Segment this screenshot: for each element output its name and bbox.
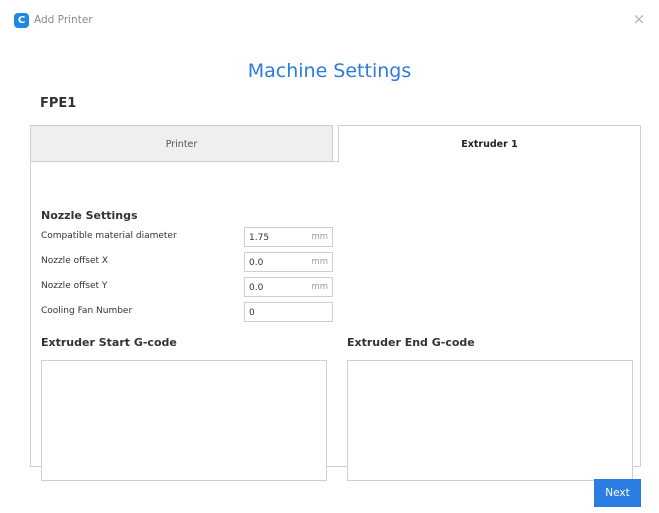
title-bar: C Add Printer ×: [0, 0, 659, 42]
unit-label: mm: [311, 257, 328, 267]
tab-divider: [30, 161, 339, 162]
tab-printer[interactable]: Printer: [30, 125, 333, 162]
nozzle-offset-x-field[interactable]: mm: [244, 252, 333, 272]
material-diameter-input[interactable]: [249, 230, 304, 245]
nozzle-offset-x-label: Nozzle offset X: [41, 256, 109, 266]
cooling-fan-input[interactable]: [249, 305, 304, 320]
nozzle-offset-x-input[interactable]: [249, 255, 304, 270]
extruder-end-gcode-title: Extruder End G-code: [347, 336, 475, 349]
extruder-end-gcode-textarea[interactable]: [347, 360, 633, 481]
cura-logo-icon: C: [14, 13, 29, 28]
page-heading: Machine Settings: [247, 60, 412, 82]
printer-name: FPE1: [40, 96, 77, 111]
next-button[interactable]: Next: [594, 479, 641, 507]
cooling-fan-label: Cooling Fan Number: [41, 306, 133, 316]
tab-extruder-1[interactable]: Extruder 1: [338, 125, 641, 162]
close-icon[interactable]: ×: [631, 11, 647, 27]
window-title: Add Printer: [34, 14, 93, 26]
material-diameter-label: Compatible material diameter: [41, 231, 177, 241]
nozzle-settings-title: Nozzle Settings: [41, 209, 138, 222]
nozzle-offset-y-input[interactable]: [249, 280, 304, 295]
material-diameter-field[interactable]: mm: [244, 227, 333, 247]
tab-content: Nozzle Settings Compatible material diam…: [30, 161, 641, 481]
nozzle-offset-y-field[interactable]: mm: [244, 277, 333, 297]
nozzle-offset-y-label: Nozzle offset Y: [41, 281, 108, 291]
unit-label: mm: [311, 232, 328, 242]
cooling-fan-field[interactable]: [244, 302, 333, 322]
settings-panel: Printer Extruder 1 Nozzle Settings Compa…: [30, 125, 641, 481]
unit-label: mm: [311, 282, 328, 292]
extruder-start-gcode-textarea[interactable]: [41, 360, 327, 481]
extruder-start-gcode-title: Extruder Start G-code: [41, 336, 177, 349]
